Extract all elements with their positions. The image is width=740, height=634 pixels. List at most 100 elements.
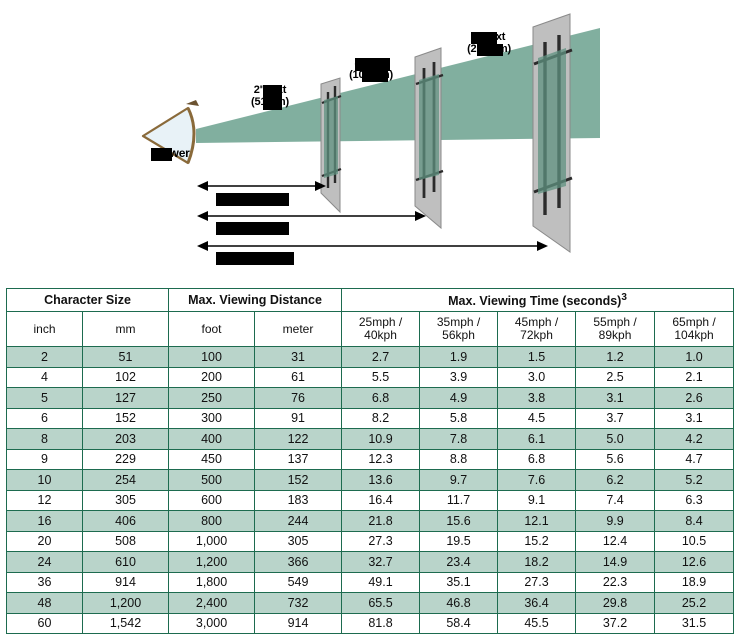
cell-t55: 7.4 [575, 489, 656, 511]
column-header-meter: meter [254, 311, 343, 347]
cell-meter: 244 [254, 510, 343, 532]
cell-foot: 250 [168, 387, 256, 409]
cell-t65: 2.1 [654, 366, 735, 388]
cell-t25: 12.3 [341, 448, 421, 470]
cell-t65: 6.3 [654, 489, 735, 511]
cell-t65: 4.2 [654, 428, 735, 450]
table-row: 16 406 800 244 21.8 15.6 12.1 9.9 8.4 [6, 510, 735, 532]
table-row: 9 229 450 137 12.3 8.8 6.8 5.6 4.7 [6, 448, 735, 470]
cell-meter: 76 [254, 387, 343, 409]
cell-inch: 10 [6, 469, 83, 491]
cell-foot: 1,000 [168, 530, 256, 552]
cell-mm: 229 [81, 448, 170, 470]
cell-mm: 102 [81, 366, 170, 388]
column-header-speed-55mph: 55mph / 89kph [575, 311, 656, 347]
cell-t45: 18.2 [497, 551, 577, 573]
cell-t45: 3.0 [497, 366, 577, 388]
cell-inch: 36 [6, 571, 83, 593]
distance-arrow-3 [197, 241, 548, 251]
cell-t25: 65.5 [341, 592, 421, 614]
cell-t45: 7.6 [497, 469, 577, 491]
cell-t65: 18.9 [654, 571, 735, 593]
table-row: 2 51 100 31 2.7 1.9 1.5 1.2 1.0 [6, 346, 735, 368]
cell-inch: 24 [6, 551, 83, 573]
specification-table-wrapper: Character Size Max. Viewing Distance Max… [5, 288, 735, 634]
column-header-inch: inch [6, 311, 83, 347]
cell-mm: 127 [81, 387, 170, 409]
cell-t55: 5.0 [575, 428, 656, 450]
cell-t25: 16.4 [341, 489, 421, 511]
table-body: 2 51 100 31 2.7 1.9 1.5 1.2 1.0 4 102 200 61 5.5 3.9 3.… [6, 346, 735, 634]
group-header-viewing-distance: Max. Viewing Distance [168, 288, 343, 312]
redaction-bar-sign-2b [362, 70, 388, 82]
cell-t25: 6.8 [341, 387, 421, 409]
table-unit-header-row: inch mm foot meter 25mph / 40kph 35mph /… [6, 311, 735, 347]
cell-t35: 4.9 [419, 387, 499, 409]
cell-t45: 6.8 [497, 448, 577, 470]
cell-t55: 14.9 [575, 551, 656, 573]
cell-t35: 5.8 [419, 407, 499, 429]
cell-t55: 9.9 [575, 510, 656, 532]
cell-t25: 81.8 [341, 612, 421, 634]
cell-foot: 100 [168, 346, 256, 368]
table-row: 24 610 1,200 366 32.7 23.4 18.2 14.9 12.6 [6, 551, 735, 573]
cell-t35: 1.9 [419, 346, 499, 368]
cell-t25: 21.8 [341, 510, 421, 532]
cell-foot: 450 [168, 448, 256, 470]
cell-t55: 12.4 [575, 530, 656, 552]
cell-t35: 35.1 [419, 571, 499, 593]
table-row: 5 127 250 76 6.8 4.9 3.8 3.1 2.6 [6, 387, 735, 409]
diagram-graphic [141, 13, 600, 253]
cell-foot: 800 [168, 510, 256, 532]
cell-meter: 549 [254, 571, 343, 593]
speed-65-line2: 104kph [674, 328, 714, 342]
cell-t25: 49.1 [341, 571, 421, 593]
cell-meter: 137 [254, 448, 343, 470]
redaction-bar-sign-1 [263, 85, 282, 110]
column-header-speed-65mph: 65mph / 104kph [654, 311, 735, 347]
cell-t25: 27.3 [341, 530, 421, 552]
cell-t55: 2.5 [575, 366, 656, 388]
cell-t45: 3.8 [497, 387, 577, 409]
cell-meter: 61 [254, 366, 343, 388]
cell-t35: 9.7 [419, 469, 499, 491]
column-header-speed-25mph: 25mph / 40kph [341, 311, 421, 347]
cell-inch: 48 [6, 592, 83, 614]
cell-mm: 1,542 [81, 612, 170, 634]
cell-t45: 1.5 [497, 346, 577, 368]
cell-t65: 1.0 [654, 346, 735, 368]
cell-inch: 60 [6, 612, 83, 634]
cell-inch: 12 [6, 489, 83, 511]
cell-t65: 8.4 [654, 510, 735, 532]
cell-inch: 2 [6, 346, 83, 368]
cell-meter: 183 [254, 489, 343, 511]
column-header-speed-35mph: 35mph / 56kph [419, 311, 499, 347]
redaction-bar-dist-2 [216, 222, 289, 235]
table-row: 8 203 400 122 10.9 7.8 6.1 5.0 4.2 [6, 428, 735, 450]
cell-t45: 36.4 [497, 592, 577, 614]
cell-meter: 366 [254, 551, 343, 573]
cell-mm: 254 [81, 469, 170, 491]
cell-t35: 15.6 [419, 510, 499, 532]
cell-t65: 4.7 [654, 448, 735, 470]
speed-55-line2: 89kph [598, 328, 632, 342]
column-header-mm: mm [81, 311, 170, 347]
cell-t45: 15.2 [497, 530, 577, 552]
cell-t45: 4.5 [497, 407, 577, 429]
column-header-foot: foot [168, 311, 256, 347]
cell-mm: 406 [81, 510, 170, 532]
cell-mm: 51 [81, 346, 170, 368]
cell-t65: 3.1 [654, 407, 735, 429]
cell-foot: 400 [168, 428, 256, 450]
cell-t55: 6.2 [575, 469, 656, 491]
cell-t65: 12.6 [654, 551, 735, 573]
sign-panel-2 [414, 47, 444, 230]
cell-foot: 3,000 [168, 612, 256, 634]
table-group-header-row: Character Size Max. Viewing Distance Max… [5, 288, 735, 312]
cell-meter: 305 [254, 530, 343, 552]
cell-meter: 732 [254, 592, 343, 614]
column-header-speed-45mph: 45mph / 72kph [497, 311, 577, 347]
speed-35-line2: 56kph [442, 328, 475, 342]
cell-t55: 29.8 [575, 592, 656, 614]
cell-mm: 1,200 [81, 592, 170, 614]
